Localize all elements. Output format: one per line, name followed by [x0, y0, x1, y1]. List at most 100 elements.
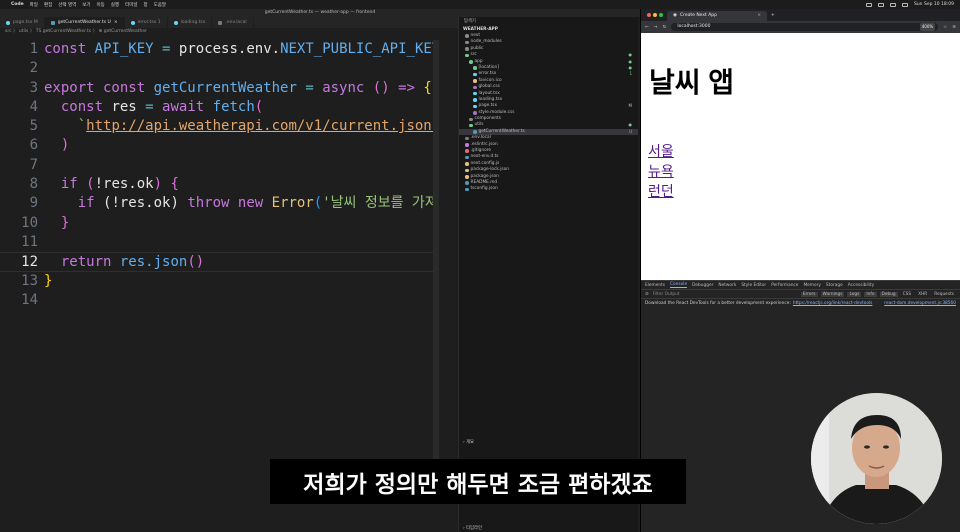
- menubar-item-selection[interactable]: 선택 영역: [55, 2, 79, 8]
- close-icon[interactable]: ×: [757, 11, 761, 21]
- operator: =>: [389, 79, 424, 96]
- browser-tab[interactable]: ◉ Create Next App ×: [667, 11, 767, 21]
- file-icon: [465, 168, 469, 173]
- request-filter-toggle[interactable]: CSS: [901, 292, 913, 297]
- editor-scrollbar[interactable]: [433, 40, 439, 460]
- menubar-app-name[interactable]: Code: [8, 2, 27, 7]
- back-icon[interactable]: ←: [645, 25, 649, 30]
- browser-toolbar: ← → ↻ localhost:3000 400% ☆ ≡: [641, 21, 960, 33]
- link-newyork[interactable]: 뉴욕: [648, 161, 674, 181]
- devtools-tab[interactable]: Console: [670, 282, 688, 288]
- code-line-current: 12 return res.json(): [0, 252, 435, 272]
- menubar-item-go[interactable]: 이동: [94, 2, 108, 8]
- operator: =: [153, 41, 179, 57]
- console-source[interactable]: react-dom.development.js:38560: [884, 301, 956, 306]
- devtools-tab[interactable]: Style Editor: [741, 283, 766, 288]
- keyword: const: [44, 41, 87, 57]
- menubar-clock[interactable]: Sun Sep 10 18:09: [914, 2, 954, 7]
- close-window-icon[interactable]: [647, 13, 651, 17]
- keyword: async: [322, 79, 365, 96]
- reload-icon[interactable]: ↻: [663, 25, 667, 30]
- bracket: (): [187, 254, 205, 271]
- wifi-icon[interactable]: [877, 2, 884, 7]
- log-level-toggle[interactable]: Debug: [879, 291, 898, 297]
- link-london[interactable]: 런던: [648, 181, 674, 201]
- code-editor[interactable]: 1 const API_KEY = process.env.NEXT_PUBLIC…: [0, 40, 435, 530]
- url-string[interactable]: http://api.weatherapi.com/v1/current.jso…: [86, 118, 435, 134]
- menubar-item-file[interactable]: 파일: [27, 2, 41, 8]
- project-root[interactable]: WEATHER-APP: [459, 26, 638, 33]
- window-controls: [647, 13, 663, 17]
- tab-env-local[interactable]: .env.local: [212, 17, 254, 28]
- devtools-tab[interactable]: Storage: [826, 283, 843, 288]
- menubar-item-terminal[interactable]: 터미널: [122, 2, 140, 8]
- devtools-tab[interactable]: Accessibility: [848, 283, 874, 288]
- tab-error-tsx[interactable]: error.tsx 1: [125, 17, 168, 28]
- menubar-item-help[interactable]: 도움말: [151, 2, 169, 8]
- devtools-tab[interactable]: Memory: [803, 283, 820, 288]
- browser-tab-strip: ◉ Create Next App × +: [641, 9, 960, 21]
- menubar-item-run[interactable]: 실행: [108, 2, 122, 8]
- minimize-window-icon[interactable]: [653, 13, 657, 17]
- log-level-toggle[interactable]: Logs: [847, 291, 862, 297]
- file-icon: [473, 72, 477, 77]
- code-line: 3 export const getCurrentWeather = async …: [0, 79, 435, 98]
- log-level-toggle[interactable]: Warnings: [820, 291, 845, 297]
- tab-label: loading.tsx: [180, 20, 206, 25]
- code-line: 2: [0, 59, 435, 78]
- code-line: 4 const res = await fetch(: [0, 98, 435, 117]
- devtools-tab[interactable]: Debugger: [692, 283, 713, 288]
- react-icon: [6, 20, 10, 25]
- battery-icon[interactable]: [865, 2, 872, 7]
- devtools-tab[interactable]: Network: [718, 283, 736, 288]
- maximize-window-icon[interactable]: [659, 13, 663, 17]
- keyword: throw: [187, 195, 230, 212]
- code-line: 7: [0, 156, 435, 175]
- request-filter-toggle[interactable]: XHR: [916, 292, 929, 297]
- line-number: 3: [29, 79, 38, 96]
- address-bar[interactable]: localhost:3000 400%: [671, 23, 939, 31]
- bracket: }: [44, 272, 53, 289]
- tab-page-tsx[interactable]: page.tsx M: [0, 17, 45, 28]
- new-tab-icon[interactable]: +: [771, 13, 775, 18]
- bracket: (: [313, 195, 323, 212]
- outline-section[interactable]: › 개요: [459, 439, 639, 446]
- link-seoul[interactable]: 서울: [648, 141, 674, 161]
- forward-icon[interactable]: →: [654, 25, 658, 30]
- explorer-item[interactable]: tsconfig.json: [459, 186, 638, 192]
- menu-icon[interactable]: ≡: [952, 25, 956, 30]
- web-page: 날씨 앱 서울 뉴욕 런던: [641, 33, 960, 280]
- zoom-badge[interactable]: 400%: [919, 23, 936, 31]
- menubar-item-view[interactable]: 보기: [79, 2, 93, 8]
- menubar-item-window[interactable]: 창: [141, 2, 151, 8]
- keyword: await: [162, 98, 205, 115]
- file-icon: [473, 111, 477, 115]
- devtools-tab[interactable]: Performance: [771, 283, 798, 288]
- operator: =: [136, 98, 163, 115]
- search-icon[interactable]: [889, 2, 896, 7]
- devtools-tab[interactable]: Elements: [645, 283, 665, 288]
- close-icon[interactable]: ×: [114, 17, 118, 28]
- control-center-icon[interactable]: [901, 2, 908, 7]
- trash-icon[interactable]: ⊘: [645, 292, 649, 297]
- request-filter-toggle[interactable]: Requests: [932, 292, 956, 297]
- tab-get-current-weather[interactable]: getCurrentWeather.ts U ×: [44, 17, 125, 28]
- editor-tab-bar: page.tsx M getCurrentWeather.ts U × error…: [0, 17, 458, 28]
- log-level-toggle[interactable]: Errors: [800, 291, 818, 297]
- console-link[interactable]: https://reactjs.org/link/react-devtools: [793, 301, 873, 306]
- star-icon[interactable]: ☆: [943, 25, 947, 30]
- menubar-item-edit[interactable]: 편집: [41, 2, 55, 8]
- video-subtitle: 저희가 정의만 해두면 조금 편하겠죠: [270, 459, 686, 504]
- code-line: 6 ): [0, 136, 435, 155]
- breadcrumb[interactable]: src 〉 utils 〉 TS getCurrentWeather.ts 〉 …: [0, 28, 458, 36]
- macos-menubar: Code 파일 편집 선택 영역 보기 이동 실행 터미널 창 도움말 Sun …: [0, 0, 960, 9]
- timeline-section[interactable]: › 타임라인: [459, 525, 639, 532]
- line-number: 13: [21, 272, 38, 289]
- file-icon: [465, 181, 469, 185]
- filter-input[interactable]: Filter Output: [653, 292, 680, 297]
- code-line: 8 if (!res.ok) {: [0, 175, 435, 194]
- bracket: }: [60, 214, 70, 231]
- log-level-toggle[interactable]: Info: [864, 291, 877, 297]
- code-line: 14: [0, 291, 435, 310]
- tab-loading-tsx[interactable]: loading.tsx: [168, 17, 213, 28]
